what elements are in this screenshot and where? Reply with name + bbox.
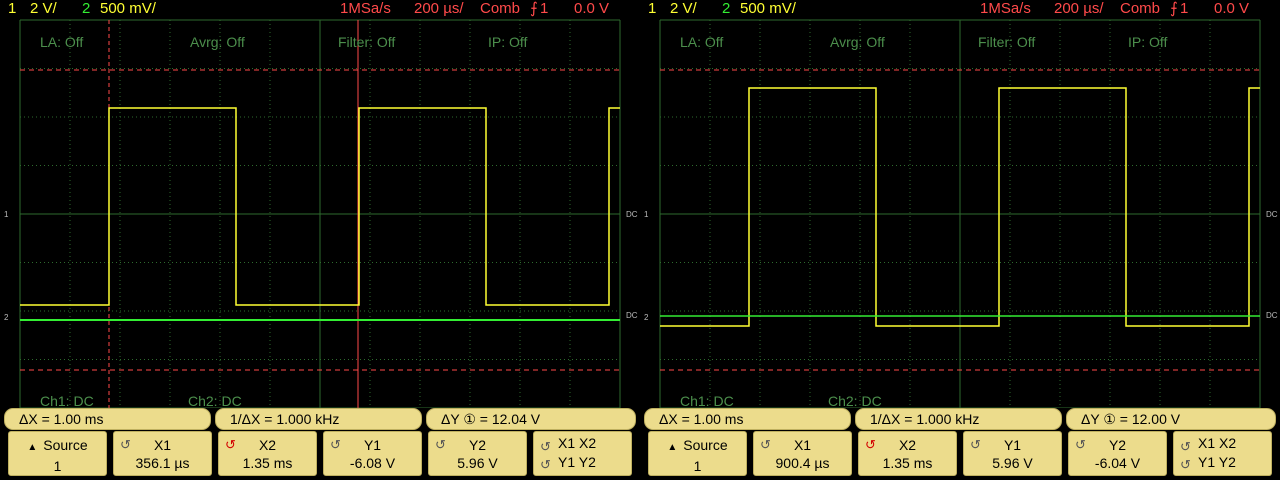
avrg-status: Avrg: Off <box>190 34 245 50</box>
ch2-coupling: Ch2: DC <box>188 393 242 409</box>
knob-active-icon: ↺ <box>865 437 876 452</box>
menu-up-icon: ▲ <box>27 442 38 453</box>
inverse-delta-x-readout: 1/ΔX = 1.000 kHz <box>215 408 422 430</box>
knob-active-icon: ↺ <box>225 437 236 452</box>
softkey-x1-value: 356.1 µs <box>135 455 190 471</box>
filter-status: Filter: Off <box>978 34 1036 50</box>
ch2-ground-marker[interactable]: 2 <box>644 313 648 322</box>
dc-marker-1: DC <box>1266 210 1278 219</box>
waveform-display[interactable] <box>0 0 640 408</box>
la-status: LA: Off <box>680 34 724 50</box>
menu-up-icon: ▲ <box>667 442 678 453</box>
softkey-cursor-select[interactable]: ↺ ↺ X1 X2 Y1 Y2 <box>533 431 632 476</box>
ip-status: IP: Off <box>488 34 528 50</box>
scope-screen-right: 1 2 V/ 2 500 mV/ 1MSa/s 200 µs/ Comb ⨍ 1… <box>640 0 1280 480</box>
inverse-delta-x-readout: 1/ΔX = 1.000 kHz <box>855 408 1062 430</box>
ch1-coupling: Ch1: DC <box>40 393 94 409</box>
knob-icon: ↺ <box>1180 457 1191 472</box>
softkey-source-value: 1 <box>53 458 62 474</box>
softkey-x1-value: 900.4 µs <box>775 455 830 471</box>
delta-x-readout: ΔX = 1.00 ms <box>4 408 211 430</box>
softkey-cursor-select-bottom: Y1 Y2 <box>558 454 596 470</box>
ch2-ground-marker[interactable]: 2 <box>4 313 8 322</box>
softkey-x1[interactable]: ↺ X1 356.1 µs <box>113 431 212 476</box>
softkey-cursor-select-top: X1 X2 <box>558 435 597 451</box>
knob-icon: ↺ <box>1075 437 1086 452</box>
la-status: LA: Off <box>40 34 84 50</box>
knob-icon: ↺ <box>435 437 446 452</box>
softkey-x2-value: 1.35 ms <box>882 455 933 471</box>
ch1-ground-marker[interactable]: 1 <box>644 210 648 219</box>
softkey-y1[interactable]: ↺ Y1 5.96 V <box>963 431 1062 476</box>
filter-status: Filter: Off <box>338 34 396 50</box>
delta-y-readout: ΔY ① = 12.04 V <box>426 408 636 430</box>
softkey-source-label: Source <box>683 437 728 453</box>
scope-screen-left: 1 2 V/ 2 500 mV/ 1MSa/s 200 µs/ Comb ⨍ 1… <box>0 0 640 480</box>
knob-icon: ↺ <box>120 437 131 452</box>
softkey-cursor-select-bottom: Y1 Y2 <box>1198 454 1236 470</box>
dc-marker-2: DC <box>626 311 638 320</box>
softkey-source-value: 1 <box>693 458 702 474</box>
ip-status: IP: Off <box>1128 34 1168 50</box>
softkey-x2[interactable]: ↺ X2 1.35 ms <box>858 431 957 476</box>
softkey-y2[interactable]: ↺ Y2 -6.04 V <box>1068 431 1167 476</box>
softkey-y1[interactable]: ↺ Y1 -6.08 V <box>323 431 422 476</box>
knob-icon: ↺ <box>540 439 551 454</box>
softkey-y2-value: 5.96 V <box>457 455 498 471</box>
softkey-x2[interactable]: ↺ X2 1.35 ms <box>218 431 317 476</box>
waveform-display[interactable] <box>640 0 1280 408</box>
ch1-ground-marker[interactable]: 1 <box>4 210 8 219</box>
softkey-source-label: Source <box>43 437 88 453</box>
softkey-cursor-select-top: X1 X2 <box>1198 435 1237 451</box>
knob-icon: ↺ <box>970 437 981 452</box>
delta-x-readout: ΔX = 1.00 ms <box>644 408 851 430</box>
softkey-x2-value: 1.35 ms <box>242 455 293 471</box>
knob-icon: ↺ <box>1180 439 1191 454</box>
avrg-status: Avrg: Off <box>830 34 885 50</box>
knob-icon: ↺ <box>760 437 771 452</box>
delta-y-readout: ΔY ① = 12.00 V <box>1066 408 1276 430</box>
softkey-y1-value: -6.08 V <box>349 455 396 471</box>
softkey-y2[interactable]: ↺ Y2 5.96 V <box>428 431 527 476</box>
softkey-cursor-select[interactable]: ↺ ↺ X1 X2 Y1 Y2 <box>1173 431 1272 476</box>
knob-icon: ↺ <box>540 457 551 472</box>
softkey-source[interactable]: ▲ Source 1 <box>8 431 107 476</box>
dc-marker-2: DC <box>1266 311 1278 320</box>
dc-marker-1: DC <box>626 210 638 219</box>
knob-icon: ↺ <box>330 437 341 452</box>
ch2-coupling: Ch2: DC <box>828 393 882 409</box>
softkey-y2-value: -6.04 V <box>1094 455 1141 471</box>
softkey-source[interactable]: ▲ Source 1 <box>648 431 747 476</box>
softkey-y1-value: 5.96 V <box>992 455 1033 471</box>
softkey-x1[interactable]: ↺ X1 900.4 µs <box>753 431 852 476</box>
ch1-coupling: Ch1: DC <box>680 393 734 409</box>
